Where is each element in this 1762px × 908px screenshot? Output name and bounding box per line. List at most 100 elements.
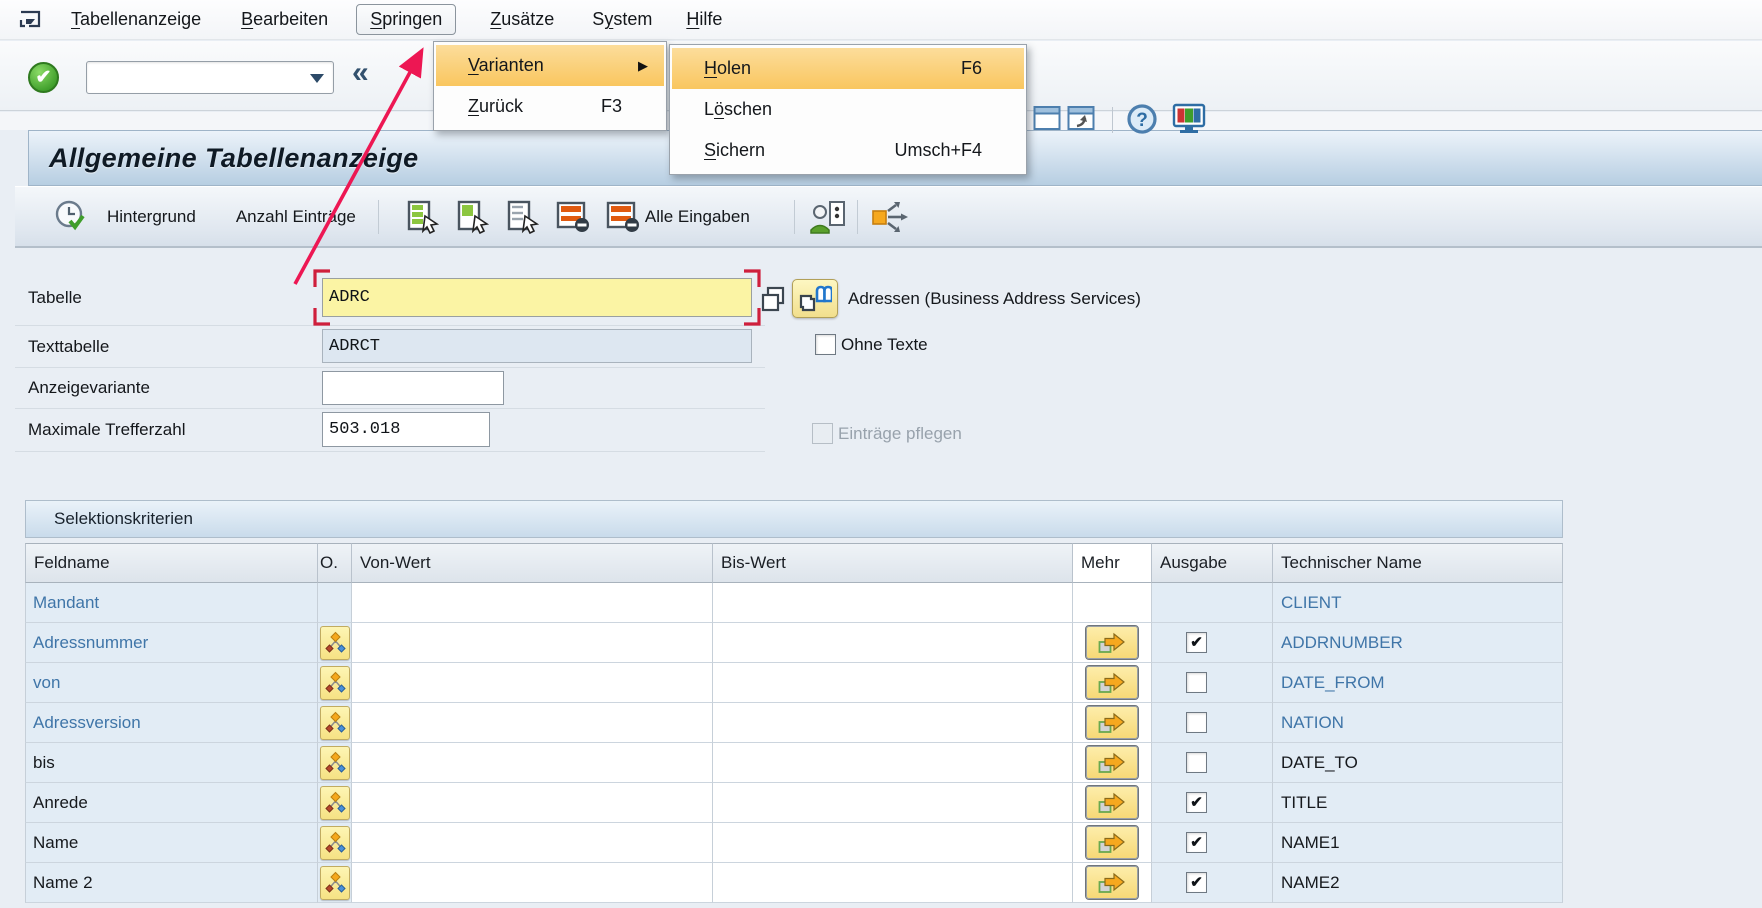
col-option[interactable]: O.: [318, 543, 352, 583]
col-technischer-name[interactable]: Technischer Name: [1273, 543, 1563, 583]
output-checkbox[interactable]: ✔: [1186, 632, 1207, 653]
deselect-all-icon[interactable]: [505, 200, 541, 234]
multiple-selection-button[interactable]: [1086, 746, 1138, 779]
command-input[interactable]: [87, 62, 297, 91]
delete-all-entries-icon[interactable]: [605, 200, 641, 234]
multiple-selection-button[interactable]: [1086, 826, 1138, 859]
selection-options-button[interactable]: [320, 826, 350, 860]
search-help-button[interactable]: [792, 279, 838, 318]
bis-wert-input[interactable]: [713, 703, 1073, 743]
bis-wert-input[interactable]: [713, 623, 1073, 663]
table-column-header: Feldname O. Von-Wert Bis-Wert Mehr Ausga…: [25, 543, 1563, 583]
alle-eingaben-label[interactable]: Alle Eingaben: [645, 207, 750, 227]
menu-bearbeiten[interactable]: Bearbeiten: [241, 9, 328, 30]
feldname-cell[interactable]: Mandant: [25, 583, 318, 623]
max-trefferzahl-input[interactable]: [322, 412, 490, 447]
multiple-selection-button[interactable]: [1086, 626, 1138, 659]
enter-check-icon[interactable]: ✔: [28, 62, 59, 93]
bis-wert-input[interactable]: [713, 783, 1073, 823]
menu-item-zur-ck[interactable]: ZurückF3: [436, 86, 664, 127]
menu-zus-tze[interactable]: Zusätze: [490, 9, 554, 30]
command-dropdown-icon[interactable]: [310, 74, 324, 83]
output-checkbox[interactable]: [1186, 712, 1207, 733]
binoculars-icon: [798, 284, 832, 314]
selection-options-button[interactable]: [320, 746, 350, 780]
menu-item-l-schen[interactable]: Löschen: [672, 89, 1024, 130]
output-checkbox[interactable]: [1186, 672, 1207, 693]
von-wert-input[interactable]: [352, 583, 713, 623]
output-checkbox[interactable]: ✔: [1186, 872, 1207, 893]
col-mehr[interactable]: Mehr: [1073, 543, 1152, 583]
multiple-selection-button[interactable]: [1086, 706, 1138, 739]
col-von-wert[interactable]: Von-Wert: [352, 543, 713, 583]
user-settings-icon[interactable]: [809, 199, 847, 235]
von-wert-input[interactable]: [352, 743, 713, 783]
execute-with-clock-icon[interactable]: [53, 199, 89, 235]
menu-item-label: Sichern: [704, 140, 765, 161]
selection-options-button[interactable]: [320, 666, 350, 700]
select-all-icon[interactable]: [405, 200, 441, 234]
help-icon[interactable]: ?: [1126, 103, 1158, 135]
selection-options-button[interactable]: [320, 626, 350, 660]
collapse-toolbar-chevrons[interactable]: «: [352, 56, 369, 90]
eintraege-pflegen-row: Einträge pflegen: [812, 423, 962, 444]
von-wert-input[interactable]: [352, 783, 713, 823]
feldname-cell[interactable]: bis: [25, 743, 318, 783]
copy-value-icon[interactable]: [758, 284, 788, 314]
system-menu-icon[interactable]: [18, 7, 45, 32]
multiple-selection-button[interactable]: [1086, 866, 1138, 899]
bis-wert-input[interactable]: [713, 663, 1073, 703]
output-checkbox[interactable]: [1186, 752, 1207, 773]
von-wert-input[interactable]: [352, 623, 713, 663]
bis-wert-input[interactable]: [713, 863, 1073, 903]
menu-item-sichern[interactable]: Sichern Umsch+F4: [672, 130, 1024, 171]
ohne-texte-checkbox[interactable]: [815, 334, 836, 355]
von-wert-input[interactable]: [352, 663, 713, 703]
feldname-cell[interactable]: Name 2: [25, 863, 318, 903]
create-shortcut-icon[interactable]: [1066, 103, 1096, 133]
output-checkbox[interactable]: ✔: [1186, 832, 1207, 853]
feldname-cell[interactable]: Name: [25, 823, 318, 863]
mehr-cell: [1073, 863, 1152, 903]
menu-bar: Tabellenanzeige Bearbeiten Springen Zusätze…: [0, 0, 1762, 40]
customize-layout-icon[interactable]: [1172, 103, 1206, 135]
menu-tabellenanzeige[interactable]: Tabellenanzeige: [71, 9, 201, 30]
new-session-icon[interactable]: [1032, 103, 1062, 133]
multiple-selection-button[interactable]: [1086, 786, 1138, 819]
bis-wert-input[interactable]: [713, 583, 1073, 623]
output-checkbox[interactable]: ✔: [1186, 792, 1207, 813]
anzahl-eintraege-button[interactable]: Anzahl Einträge: [236, 207, 356, 227]
menu-item-varianten[interactable]: Varianten▶: [436, 45, 664, 86]
von-wert-input[interactable]: [352, 863, 713, 903]
feldname-cell[interactable]: Anrede: [25, 783, 318, 823]
von-wert-input[interactable]: [352, 703, 713, 743]
hintergrund-button[interactable]: Hintergrund: [107, 207, 196, 227]
selection-options-button[interactable]: [320, 786, 350, 820]
bis-wert-input[interactable]: [713, 743, 1073, 783]
menu-springen[interactable]: Springen: [356, 4, 456, 35]
selection-options-button[interactable]: [320, 866, 350, 900]
anzeigevariante-input[interactable]: [322, 371, 504, 405]
select-block-icon[interactable]: [455, 200, 491, 234]
feldname-cell[interactable]: Adressversion: [25, 703, 318, 743]
shortcut-label: Umsch+F4: [894, 140, 982, 161]
tabelle-label: Tabelle: [28, 288, 82, 308]
col-feldname[interactable]: Feldname: [25, 543, 318, 583]
col-bis-wert[interactable]: Bis-Wert: [713, 543, 1073, 583]
bis-wert-input[interactable]: [713, 823, 1073, 863]
col-ausgabe[interactable]: Ausgabe: [1152, 543, 1273, 583]
command-field[interactable]: [86, 61, 334, 94]
tabelle-input[interactable]: [322, 278, 752, 317]
mehr-cell: [1073, 823, 1152, 863]
selection-options-button[interactable]: [320, 706, 350, 740]
row-divider: [15, 408, 765, 409]
von-wert-input[interactable]: [352, 823, 713, 863]
delete-selection-icon[interactable]: [555, 200, 591, 234]
menu-item-holen[interactable]: HolenF6: [672, 48, 1024, 89]
menu-hilfe[interactable]: Hilfe: [686, 9, 722, 30]
multiple-selection-button[interactable]: [1086, 666, 1138, 699]
export-icon[interactable]: [870, 200, 910, 234]
menu-system[interactable]: System: [592, 9, 652, 30]
feldname-cell[interactable]: Adressnummer: [25, 623, 318, 663]
feldname-cell[interactable]: von: [25, 663, 318, 703]
